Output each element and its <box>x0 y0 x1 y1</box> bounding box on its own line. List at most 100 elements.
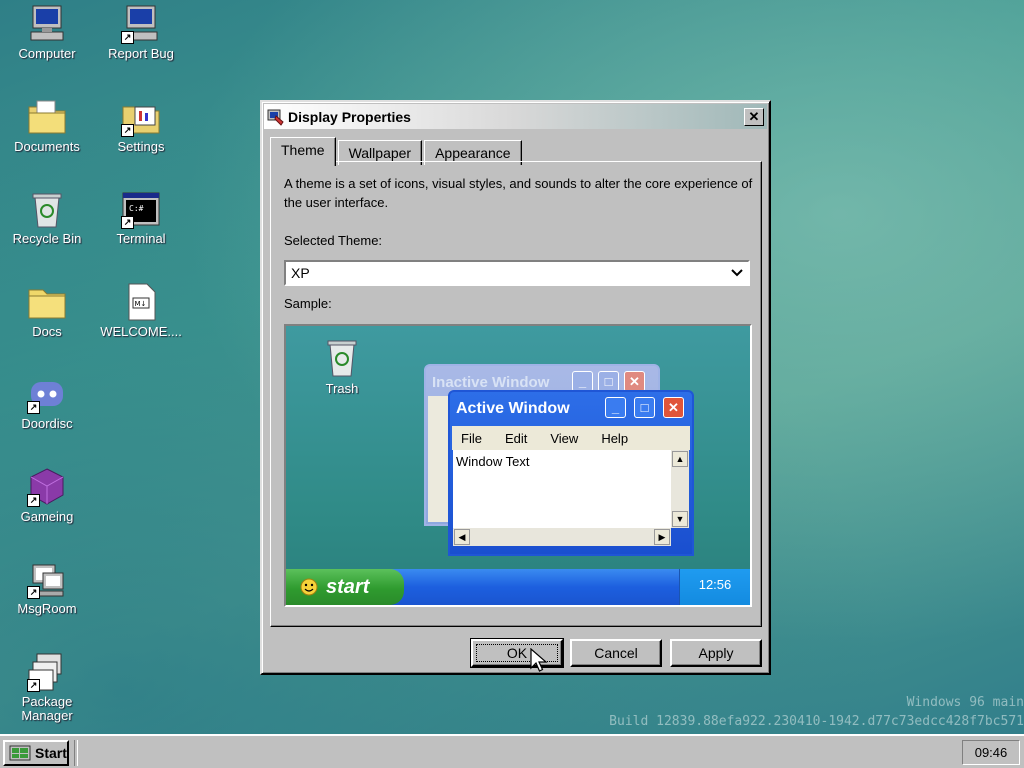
sample-menubar: File Edit View Help <box>452 426 690 450</box>
sample-vertical-scrollbar: ▲ ▼ <box>671 450 689 528</box>
sample-trash-label: Trash <box>325 381 359 396</box>
desktop-icon-msgroom[interactable]: ↗ MsgRoom <box>1 559 93 616</box>
theme-select[interactable]: XP <box>284 260 750 286</box>
sample-menu-view: View <box>550 430 579 446</box>
desktop-icon-label: Report Bug <box>108 46 174 61</box>
desktop-icon-welcome[interactable]: M↓ WELCOME.... <box>95 282 187 339</box>
display-properties-dialog: Display Properties ✕ Theme Wallpaper App… <box>260 100 771 675</box>
recycle-bin-icon <box>327 340 357 377</box>
shortcut-arrow-icon: ↗ <box>121 31 134 44</box>
settings-folder-icon: ↗ <box>121 97 161 137</box>
desktop-icon-recycle-bin[interactable]: Recycle Bin <box>1 189 93 246</box>
desktop-icon-label: Terminal <box>116 231 166 246</box>
desktop-icon-label: Docs <box>32 324 62 339</box>
maximize-icon: □ <box>634 397 655 418</box>
close-button[interactable]: ✕ <box>744 108 764 126</box>
computer-icon <box>27 4 67 44</box>
start-button-label: Start <box>35 745 67 761</box>
scroll-right-icon: ▶ <box>654 529 670 545</box>
start-button[interactable]: Start <box>3 740 69 766</box>
scroll-left-icon: ◀ <box>454 529 470 545</box>
desktop-icon-label: Recycle Bin <box>12 231 82 246</box>
dialog-titlebar[interactable]: Display Properties ✕ <box>264 104 767 129</box>
active-window-title: Active Window <box>456 400 570 417</box>
sample-label: Sample: <box>284 296 332 311</box>
svg-text:M↓: M↓ <box>135 300 147 308</box>
desktop-icon-gameing[interactable]: ↗ Gameing <box>1 467 93 524</box>
desktop-icon-terminal[interactable]: C:# ↗ Terminal <box>95 189 187 246</box>
sample-active-window: Active Window _ □ ✕ File Edit View Help … <box>448 390 694 556</box>
desktop-icon-label: Computer <box>18 46 76 61</box>
computer-icon: ↗ <box>121 4 161 44</box>
desktop-icon-docs[interactable]: Docs <box>1 282 93 339</box>
cancel-button-label: Cancel <box>594 645 638 661</box>
build-watermark-line1: Windows 96 main <box>906 695 1024 710</box>
taskbar-separator <box>74 740 78 766</box>
theme-select-value: XP <box>291 265 310 281</box>
desktop-icon-report-bug[interactable]: ↗ Report Bug <box>95 4 187 61</box>
desktop-icon-doordisc[interactable]: ↗ Doordisc <box>1 374 93 431</box>
chat-computer-icon: ↗ <box>27 559 67 599</box>
shortcut-arrow-icon: ↗ <box>121 216 134 229</box>
display-properties-icon <box>267 109 284 126</box>
desktop-icon-settings[interactable]: ↗ Settings <box>95 97 187 154</box>
chevron-down-icon <box>730 263 744 286</box>
close-icon: ✕ <box>624 371 645 392</box>
sample-horizontal-scrollbar: ◀ ▶ <box>453 528 671 546</box>
mouse-pointer-icon <box>530 648 548 672</box>
discord-icon: ↗ <box>27 374 67 414</box>
sample-menu-help: Help <box>601 430 629 446</box>
smiley-icon <box>300 578 318 596</box>
theme-sample-preview: Trash Inactive Window _ □ ✕ Active Windo… <box>284 324 752 607</box>
start-logo-icon <box>9 745 31 761</box>
sample-menu-file: File <box>461 430 482 446</box>
sample-menu-edit: Edit <box>504 430 528 446</box>
desktop-icon-label: Package Manager <box>21 694 73 723</box>
desktop-icon-package-manager[interactable]: ↗ Package Manager <box>1 652 93 723</box>
theme-description: A theme is a set of icons, visual styles… <box>284 176 753 210</box>
tab-theme[interactable]: Theme <box>270 137 336 166</box>
maximize-icon: □ <box>598 371 619 392</box>
cube-icon: ↗ <box>27 467 67 507</box>
sample-window-content: Window Text <box>453 450 671 528</box>
sample-start-button: start <box>286 569 404 605</box>
desktop-icon-computer[interactable]: Computer <box>1 4 93 61</box>
desktop-icon-label: Doordisc <box>21 416 73 431</box>
markdown-file-icon: M↓ <box>121 282 161 322</box>
shortcut-arrow-icon: ↗ <box>27 679 40 692</box>
sample-clock: 12:56 <box>679 569 750 605</box>
terminal-icon: C:# ↗ <box>121 189 161 229</box>
folder-documents-icon <box>27 97 67 137</box>
dialog-tabs: Theme Wallpaper Appearance <box>270 137 524 166</box>
shortcut-arrow-icon: ↗ <box>27 401 40 414</box>
shortcut-arrow-icon: ↗ <box>27 586 40 599</box>
build-watermark-line2: Build 12839.88efa922.230410-1942.d77c73e… <box>609 714 1024 729</box>
taskbar: Start 09:46 <box>0 734 1024 768</box>
sample-trash: Trash <box>314 338 370 396</box>
dialog-title: Display Properties <box>288 108 411 125</box>
minimize-icon: _ <box>572 371 593 392</box>
inactive-window-title: Inactive Window <box>432 374 550 391</box>
package-icon: ↗ <box>27 652 67 692</box>
desktop-icon-label: Settings <box>117 139 165 154</box>
selected-theme-label: Selected Theme: <box>284 233 383 248</box>
sample-start-label: start <box>326 575 370 598</box>
sample-window-text: Window Text <box>456 454 530 469</box>
scroll-down-icon: ▼ <box>672 511 688 527</box>
svg-text:C:#: C:# <box>129 204 144 213</box>
minimize-icon: _ <box>605 397 626 418</box>
desktop-icon-label: WELCOME.... <box>100 324 182 339</box>
ok-button[interactable]: OK <box>470 638 564 668</box>
close-icon: ✕ <box>663 397 684 418</box>
apply-button-label: Apply <box>698 645 734 661</box>
apply-button[interactable]: Apply <box>670 639 762 667</box>
taskbar-clock[interactable]: 09:46 <box>962 740 1020 765</box>
desktop-icon-label: Gameing <box>20 509 74 524</box>
theme-tab-panel: A theme is a set of icons, visual styles… <box>270 161 762 627</box>
cancel-button[interactable]: Cancel <box>570 639 662 667</box>
close-icon: ✕ <box>748 109 760 124</box>
scroll-up-icon: ▲ <box>672 451 688 467</box>
sample-taskbar: start 12:56 <box>286 569 750 605</box>
desktop-icon-documents[interactable]: Documents <box>1 97 93 154</box>
shortcut-arrow-icon: ↗ <box>27 494 40 507</box>
